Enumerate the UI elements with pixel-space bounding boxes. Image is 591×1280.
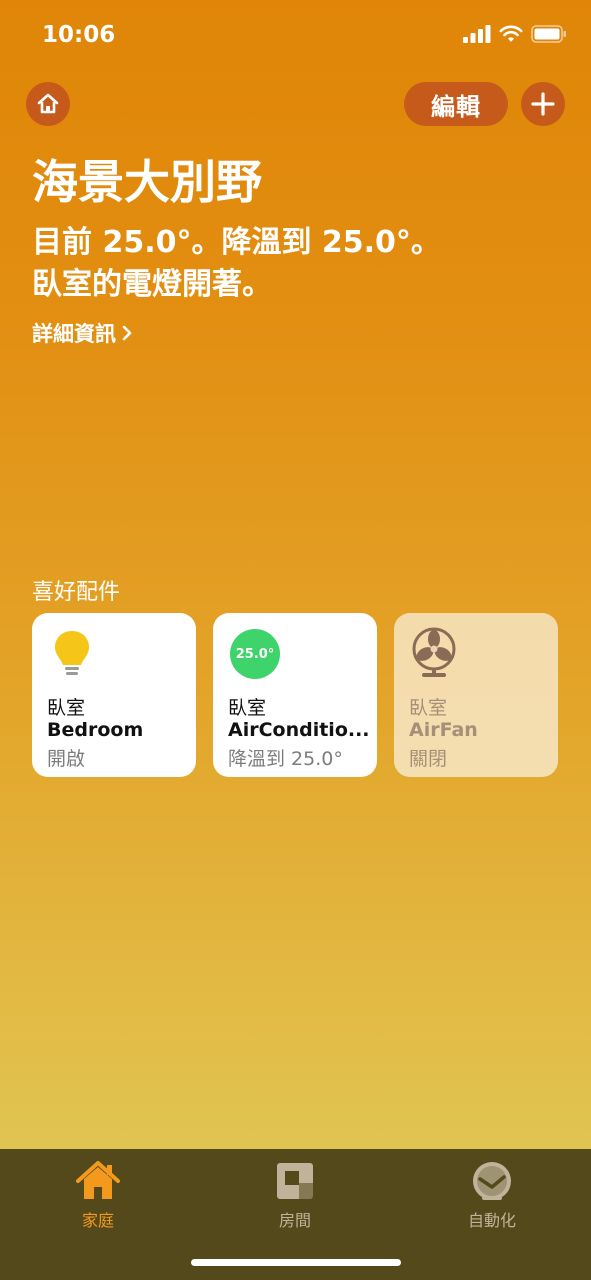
tile-state: 關閉 bbox=[409, 748, 448, 770]
home-title: 海景大別野 bbox=[32, 155, 262, 209]
tab-label: 房間 bbox=[278, 1211, 311, 1230]
details-link[interactable]: 詳細資訊 bbox=[32, 318, 132, 348]
chevron-right-icon bbox=[122, 325, 132, 341]
tab-label: 自動化 bbox=[467, 1211, 516, 1230]
status-time: 10:06 bbox=[42, 22, 116, 48]
plus-icon bbox=[531, 92, 555, 116]
house-tab-icon bbox=[76, 1161, 120, 1199]
home-summary: 目前 25.0°。降溫到 25.0°。 臥室的電燈開著。 bbox=[32, 222, 572, 306]
accessory-tile-air-conditioner[interactable]: 25.0° 臥室 AirConditio... 降溫到 25.0° bbox=[213, 613, 377, 777]
tab-home[interactable]: 家庭 bbox=[38, 1159, 158, 1231]
automation-clock-icon bbox=[473, 1162, 511, 1200]
add-button[interactable] bbox=[521, 82, 565, 126]
status-bar: 10:06 bbox=[0, 0, 591, 70]
accessory-tile-light[interactable]: 臥室 Bedroom 開啟 bbox=[32, 613, 196, 777]
lightbulb-icon bbox=[55, 631, 89, 675]
house-icon bbox=[37, 93, 59, 114]
home-button[interactable] bbox=[26, 82, 70, 126]
accessory-tile-fan[interactable]: 臥室 AirFan 關閉 bbox=[394, 613, 558, 777]
status-icons bbox=[463, 25, 567, 43]
summary-climate: 目前 25.0°。降溫到 25.0°。 bbox=[32, 225, 441, 260]
fan-icon bbox=[412, 627, 456, 677]
tile-room: 臥室 bbox=[228, 697, 267, 719]
summary-lights: 臥室的電燈開著。 bbox=[32, 267, 272, 302]
tab-rooms[interactable]: 房間 bbox=[235, 1159, 355, 1231]
tile-state: 降溫到 25.0° bbox=[228, 748, 343, 770]
signal-icon bbox=[463, 25, 491, 43]
battery-icon bbox=[531, 25, 566, 43]
tile-room: 臥室 bbox=[409, 697, 448, 719]
tile-state: 開啟 bbox=[47, 748, 86, 770]
wifi-icon bbox=[499, 25, 523, 42]
edit-button[interactable]: 編輯 bbox=[404, 82, 508, 126]
tile-name: Bedroom bbox=[47, 719, 144, 741]
thermostat-badge: 25.0° bbox=[230, 629, 280, 679]
favorites-section-title: 喜好配件 bbox=[32, 580, 121, 605]
tile-name: AirConditio... bbox=[228, 719, 368, 741]
rooms-icon bbox=[277, 1163, 313, 1199]
tile-name: AirFan bbox=[409, 719, 478, 741]
tab-label: 家庭 bbox=[81, 1211, 114, 1230]
tile-room: 臥室 bbox=[47, 697, 86, 719]
tab-automation[interactable]: 自動化 bbox=[432, 1159, 552, 1231]
home-indicator[interactable] bbox=[191, 1259, 401, 1266]
details-link-label: 詳細資訊 bbox=[32, 322, 116, 346]
